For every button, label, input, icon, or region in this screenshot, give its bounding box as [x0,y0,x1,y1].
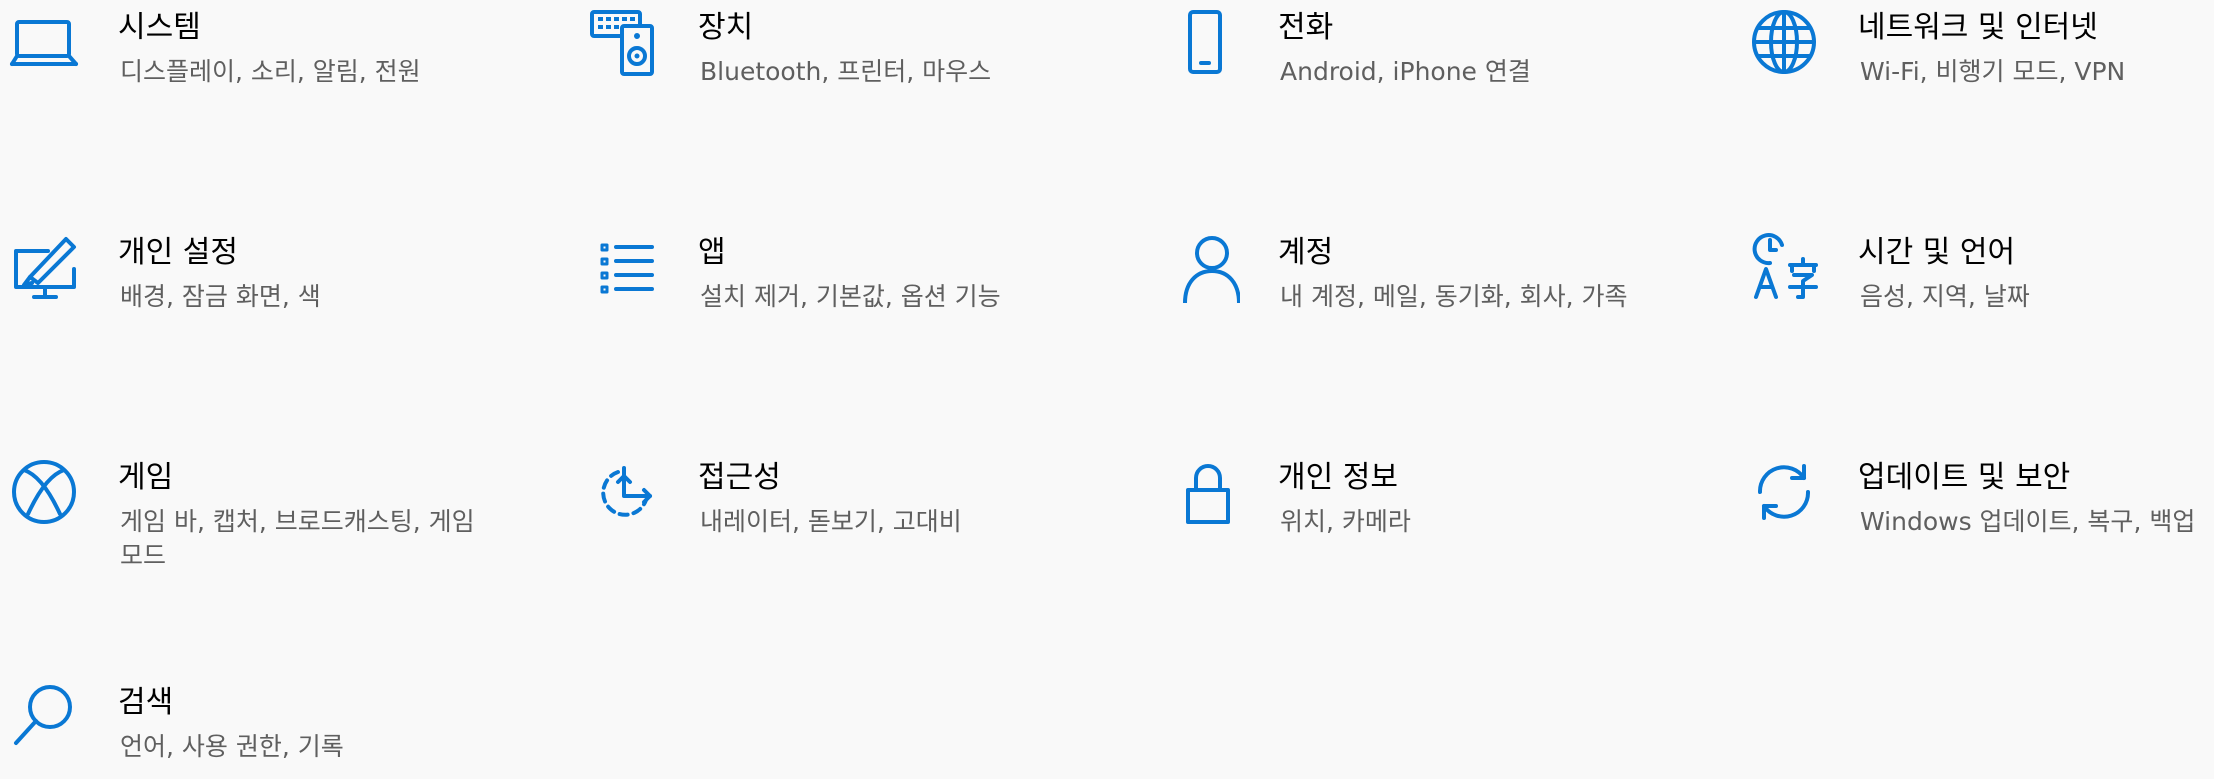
tile-title: 시간 및 언어 [1858,235,2016,270]
tile-description: Bluetooth, 프린터, 마우스 [700,57,992,86]
tile-apps[interactable]: 앱 설치 제거, 기본값, 옵션 기능 [580,225,1140,425]
tile-title: 시스템 [118,10,201,45]
search-icon [8,681,80,753]
tile-title: 장치 [698,10,754,45]
tile-description: Windows 업데이트, 복구, 백업 [1860,507,2196,536]
laptop-icon [8,6,80,78]
phone-icon [1168,6,1240,78]
tile-description: 디스플레이, 소리, 알림, 전원 [120,57,421,86]
personalization-icon [8,231,80,303]
tile-description: Wi-Fi, 비행기 모드, VPN [1860,57,2126,86]
tile-description: 배경, 잠금 화면, 색 [120,282,321,311]
apps-list-icon [588,231,660,303]
tile-title: 게임 [118,460,174,495]
tile-update-security[interactable]: 업데이트 및 보안 Windows 업데이트, 복구, 백업 [1740,450,2214,650]
tile-title: 검색 [118,685,174,720]
tile-devices[interactable]: 장치 Bluetooth, 프린터, 마우스 [580,0,1140,200]
tile-phone[interactable]: 전화 Android, iPhone 연결 [1160,0,1720,200]
tile-description: 설치 제거, 기본값, 옵션 기능 [700,282,1001,311]
tile-description: 내 계정, 메일, 동기화, 회사, 가족 [1280,282,1628,311]
sync-icon [1748,456,1820,528]
tile-title: 개인 설정 [118,235,238,270]
tile-privacy[interactable]: 개인 정보 위치, 카메라 [1160,450,1720,650]
tile-title: 개인 정보 [1278,460,1398,495]
xbox-icon [8,456,80,528]
tile-description: Android, iPhone 연결 [1280,57,1531,86]
tile-accounts[interactable]: 계정 내 계정, 메일, 동기화, 회사, 가족 [1160,225,1720,425]
settings-grid: 시스템 디스플레이, 소리, 알림, 전원 장치 Bluetooth, 프린터,… [0,0,2214,779]
tile-title: 네트워크 및 인터넷 [1858,10,2098,45]
time-language-icon [1748,231,1820,303]
tile-description: 위치, 카메라 [1280,507,1411,536]
tile-title: 전화 [1278,10,1334,45]
tile-personalization[interactable]: 개인 설정 배경, 잠금 화면, 색 [0,225,560,425]
globe-icon [1748,6,1820,78]
tile-title: 앱 [698,235,726,270]
person-icon [1168,231,1240,303]
tile-title: 업데이트 및 보안 [1858,460,2071,495]
tile-time-language[interactable]: 시간 및 언어 음성, 지역, 날짜 [1740,225,2214,425]
devices-icon [588,6,660,78]
tile-system[interactable]: 시스템 디스플레이, 소리, 알림, 전원 [0,0,560,200]
tile-description: 내레이터, 돋보기, 고대비 [700,507,962,536]
tile-search[interactable]: 검색 언어, 사용 권한, 기록 [0,675,560,779]
ease-of-access-icon [588,456,660,528]
tile-description: 게임 바, 캡처, 브로드캐스팅, 게임 모드 [120,507,475,570]
lock-icon [1168,456,1240,528]
tile-gaming[interactable]: 게임 게임 바, 캡처, 브로드캐스팅, 게임 모드 [0,450,560,650]
tile-description: 음성, 지역, 날짜 [1860,282,2030,311]
tile-title: 접근성 [698,460,781,495]
tile-ease-of-access[interactable]: 접근성 내레이터, 돋보기, 고대비 [580,450,1140,650]
tile-title: 계정 [1278,235,1334,270]
tile-network[interactable]: 네트워크 및 인터넷 Wi-Fi, 비행기 모드, VPN [1740,0,2214,200]
tile-description: 언어, 사용 권한, 기록 [120,732,344,761]
